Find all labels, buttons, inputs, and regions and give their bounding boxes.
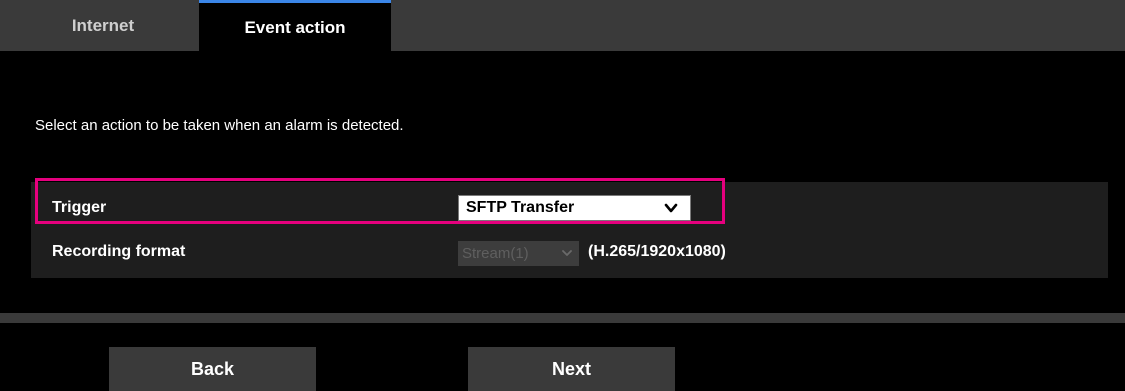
tab-bar: Internet Event action — [0, 0, 1125, 51]
recording-format-label: Recording format — [52, 243, 186, 260]
next-button-label: Next — [551, 358, 591, 379]
tab-event-action-label: Event action — [244, 18, 346, 37]
divider — [0, 313, 1125, 323]
next-button[interactable]: Next — [468, 347, 675, 391]
instruction-text: Select an action to be taken when an ala… — [35, 117, 404, 134]
back-button[interactable]: Back — [109, 347, 316, 391]
tab-event-action[interactable]: Event action — [199, 0, 391, 51]
trigger-select-value: SFTP Transfer — [466, 199, 575, 216]
recording-format-select: Stream(1) — [458, 241, 579, 266]
recording-format-detail: (H.265/1920x1080) — [588, 243, 726, 260]
tab-internet[interactable]: Internet — [9, 0, 197, 51]
chevron-down-icon — [562, 250, 572, 256]
recording-format-select-value: Stream(1) — [462, 245, 529, 262]
trigger-select[interactable]: SFTP Transfer — [458, 195, 691, 221]
back-button-label: Back — [190, 358, 235, 379]
chevron-down-icon — [664, 203, 678, 213]
tab-internet-label: Internet — [71, 15, 135, 35]
trigger-label: Trigger — [52, 199, 107, 216]
settings-panel: Trigger SFTP Transfer Recording format S… — [31, 178, 1108, 278]
